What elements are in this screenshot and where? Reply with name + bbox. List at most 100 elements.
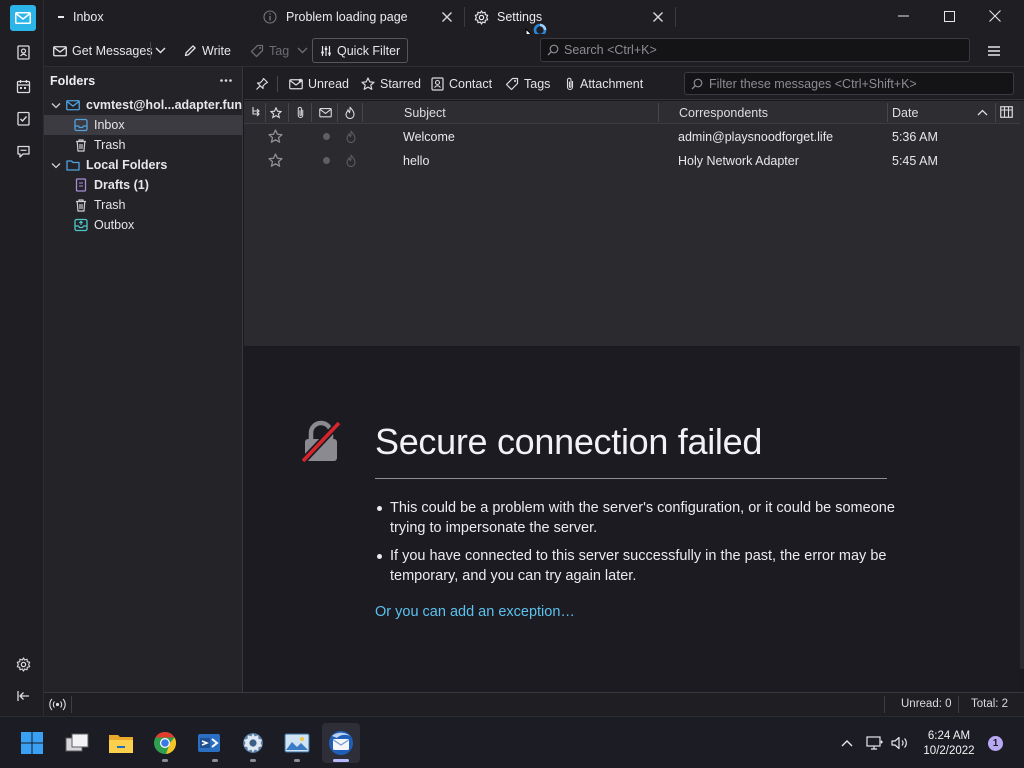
paperclip-icon bbox=[566, 77, 574, 91]
write-button[interactable]: Write bbox=[184, 38, 231, 63]
table-row[interactable]: Welcome admin@playsnoodforget.life 5:36 … bbox=[244, 125, 1020, 148]
tab-divider bbox=[675, 7, 676, 27]
add-exception-link[interactable]: Or you can add an exception… bbox=[375, 604, 575, 620]
sort-ascending-icon[interactable] bbox=[977, 109, 988, 116]
tasks-button[interactable] bbox=[11, 106, 35, 130]
visual-studio-button[interactable] bbox=[195, 729, 223, 757]
chat-button[interactable] bbox=[11, 139, 35, 163]
chrome-button[interactable] bbox=[151, 729, 179, 757]
folder-inbox[interactable]: Inbox bbox=[44, 115, 243, 135]
maximize-button[interactable] bbox=[926, 0, 972, 32]
title-bar: Inbox Problem loading page Settings bbox=[44, 0, 1024, 47]
column-picker-icon[interactable] bbox=[1000, 106, 1013, 118]
drafts-icon bbox=[75, 178, 87, 192]
date-column-header[interactable]: Date bbox=[892, 101, 918, 124]
starred-filter[interactable]: Starred bbox=[361, 74, 421, 94]
paperclip-icon bbox=[297, 106, 304, 118]
calendar-button[interactable] bbox=[11, 74, 35, 98]
photos-icon bbox=[284, 733, 310, 753]
maximize-icon bbox=[943, 10, 955, 22]
gear-icon bbox=[16, 656, 30, 672]
folder-local-trash[interactable]: Trash bbox=[44, 195, 243, 215]
network-icon[interactable] bbox=[866, 736, 884, 750]
tag-button[interactable]: Tag bbox=[250, 38, 308, 63]
contact-filter[interactable]: Contact bbox=[431, 74, 492, 94]
star-icon bbox=[268, 129, 283, 143]
get-messages-dropdown[interactable] bbox=[155, 38, 166, 63]
read-status-dot[interactable] bbox=[323, 125, 330, 148]
pencil-icon bbox=[184, 45, 196, 57]
windows-logo-icon bbox=[21, 732, 43, 754]
gear-icon bbox=[243, 733, 263, 753]
read-status-dot[interactable] bbox=[323, 149, 330, 172]
filter-sliders-icon bbox=[321, 45, 331, 56]
more-options-icon[interactable] bbox=[220, 79, 232, 82]
quick-filter-button[interactable]: Quick Filter bbox=[312, 38, 409, 63]
hamburger-menu-icon bbox=[988, 45, 1000, 56]
folder-icon bbox=[66, 160, 80, 171]
app-menu-button[interactable] bbox=[987, 38, 1001, 63]
mail-icon bbox=[15, 12, 31, 24]
unread-filter[interactable]: Unread bbox=[289, 74, 349, 94]
total-count: Total: 2 bbox=[971, 698, 1009, 710]
local-folders-row[interactable]: Local Folders bbox=[44, 155, 243, 175]
settings-space-button[interactable] bbox=[11, 652, 35, 676]
address-book-button[interactable] bbox=[11, 40, 35, 64]
filter-messages-input[interactable]: Filter these messages <Ctrl+Shift+K> bbox=[684, 72, 1014, 95]
notification-badge[interactable]: 1 bbox=[988, 736, 1003, 751]
folder-trash[interactable]: Trash bbox=[44, 135, 243, 155]
chevron-down-icon bbox=[51, 103, 61, 109]
unread-mail-icon bbox=[289, 78, 303, 90]
junk-status[interactable] bbox=[345, 125, 357, 148]
folder-drafts[interactable]: Drafts (1) bbox=[44, 175, 243, 195]
online-status-icon[interactable] bbox=[49, 698, 66, 711]
filter-divider bbox=[277, 76, 278, 92]
tab-problem-loading-page[interactable]: Problem loading page bbox=[263, 0, 408, 34]
info-icon bbox=[263, 10, 277, 24]
photos-button[interactable] bbox=[283, 729, 311, 757]
thread-column-header[interactable] bbox=[250, 101, 262, 124]
attachment-filter[interactable]: Attachment bbox=[565, 74, 643, 94]
starred-column-header[interactable] bbox=[270, 101, 282, 124]
close-tab-icon[interactable] bbox=[652, 11, 664, 23]
task-view-button[interactable] bbox=[63, 729, 91, 757]
settings-app-button[interactable] bbox=[239, 729, 267, 757]
chevron-down-icon bbox=[297, 47, 308, 54]
address-book-icon bbox=[16, 44, 30, 60]
error-bullet: If you have connected to this server suc… bbox=[375, 546, 895, 586]
collapse-icon bbox=[16, 691, 29, 701]
correspondents-column-header[interactable]: Correspondents bbox=[679, 101, 768, 124]
star-toggle[interactable] bbox=[268, 149, 283, 172]
gear-icon bbox=[474, 9, 489, 25]
close-window-button[interactable] bbox=[972, 0, 1018, 32]
star-toggle[interactable] bbox=[268, 125, 283, 148]
account-row[interactable]: cvmtest@hol...adapter.fun bbox=[44, 95, 243, 115]
attachment-column-header[interactable] bbox=[296, 101, 305, 124]
visual-studio-icon bbox=[198, 734, 220, 752]
folder-outbox[interactable]: Outbox bbox=[44, 215, 243, 235]
thunderbird-button[interactable] bbox=[327, 729, 355, 757]
mail-space-button[interactable] bbox=[10, 5, 36, 31]
subject-column-header[interactable]: Subject bbox=[404, 101, 446, 124]
get-messages-button[interactable]: Get Messages bbox=[53, 38, 153, 63]
junk-column-header[interactable] bbox=[344, 101, 356, 124]
close-tab-icon[interactable] bbox=[441, 11, 453, 23]
error-title: Secure connection failed bbox=[375, 421, 763, 462]
global-search-input[interactable]: Search <Ctrl+K> bbox=[540, 38, 970, 62]
vertical-scrollbar[interactable] bbox=[1020, 101, 1024, 669]
file-explorer-button[interactable] bbox=[107, 729, 135, 757]
system-clock[interactable]: 6:24 AM 10/2/2022 bbox=[918, 729, 980, 759]
volume-icon[interactable] bbox=[891, 736, 909, 750]
start-button[interactable] bbox=[18, 729, 46, 757]
message-list: Subject Correspondents Date Welcome admi… bbox=[244, 101, 1020, 346]
table-row[interactable]: hello Holy Network Adapter 5:45 AM bbox=[244, 149, 1020, 172]
chevron-up-icon[interactable] bbox=[841, 739, 853, 747]
error-title-divider bbox=[375, 478, 887, 479]
junk-status[interactable] bbox=[345, 149, 357, 172]
tab-inbox[interactable]: Inbox bbox=[58, 0, 104, 34]
sticky-filter-toggle[interactable] bbox=[255, 74, 269, 94]
tags-filter[interactable]: Tags bbox=[505, 74, 550, 94]
minimize-button[interactable] bbox=[880, 0, 926, 32]
collapse-spaces-button[interactable] bbox=[11, 684, 35, 708]
read-status-column-header[interactable] bbox=[319, 101, 332, 124]
